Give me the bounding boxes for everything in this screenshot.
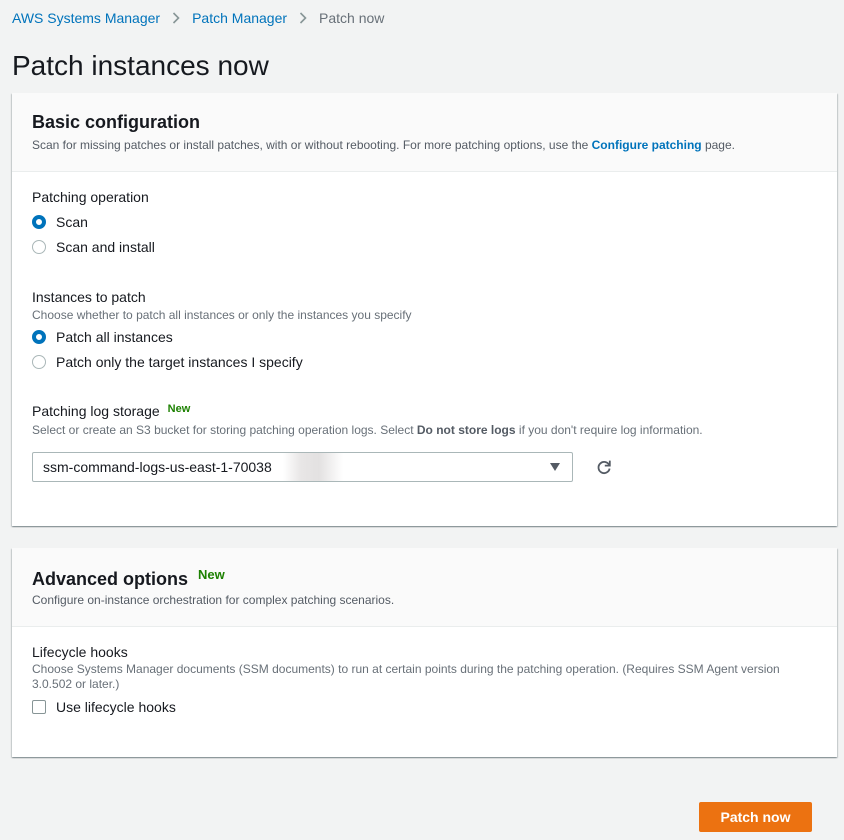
instances-to-patch-description: Choose whether to patch all instances or… (32, 308, 412, 322)
radio-patch-target[interactable]: Patch only the target instances I specif… (32, 352, 303, 372)
patching-log-storage-label: Patching log storage New (32, 403, 191, 419)
log-storage-select[interactable]: ssm-command-logs-us-east-1-70038 (32, 452, 573, 482)
breadcrumb-patch-manager[interactable]: Patch Manager (192, 10, 287, 26)
dropdown-caret-icon (550, 463, 560, 471)
checkbox-label: Use lifecycle hooks (56, 699, 176, 715)
chevron-right-icon (172, 12, 180, 24)
panel-description: Scan for missing patches or install patc… (32, 138, 735, 152)
breadcrumb: AWS Systems Manager Patch Manager Patch … (12, 9, 384, 27)
radio-label: Scan (56, 214, 88, 230)
patching-operation-label: Patching operation (32, 189, 149, 205)
panel-header: Basic configuration Scan for missing pat… (12, 93, 837, 172)
lifecycle-hooks-description: Choose Systems Manager documents (SSM do… (32, 662, 780, 691)
panel-description: Configure on-instance orchestration for … (32, 593, 395, 607)
use-lifecycle-hooks-checkbox[interactable]: Use lifecycle hooks (32, 697, 176, 717)
panel-header: Advanced options New Configure on-instanc… (12, 548, 837, 627)
radio-button[interactable] (32, 240, 46, 254)
new-badge: New (167, 403, 191, 415)
panel-title: Advanced options New (32, 567, 225, 589)
radio-label: Scan and install (56, 239, 155, 255)
radio-button-checked[interactable] (32, 330, 46, 344)
radio-label: Patch only the target instances I specif… (56, 354, 303, 370)
basic-configuration-panel: Basic configuration Scan for missing pat… (12, 93, 837, 526)
breadcrumb-current: Patch now (319, 10, 385, 26)
patch-now-button[interactable]: Patch now (699, 802, 812, 832)
lifecycle-hooks-label: Lifecycle hooks (32, 644, 128, 660)
advanced-options-panel: Advanced options New Configure on-instanc… (12, 548, 837, 757)
breadcrumb-systems-manager[interactable]: AWS Systems Manager (12, 10, 160, 26)
page-title: Patch instances now (12, 50, 269, 81)
new-badge: New (198, 567, 225, 582)
panel-title: Basic configuration (32, 112, 201, 132)
instances-to-patch-label: Instances to patch (32, 289, 146, 305)
checkbox[interactable] (32, 700, 46, 714)
radio-scan-and-install[interactable]: Scan and install (32, 237, 155, 257)
radio-button[interactable] (32, 355, 46, 369)
redacted-area (283, 453, 343, 481)
radio-label: Patch all instances (56, 329, 173, 345)
configure-patching-link[interactable]: Configure patching (592, 138, 702, 152)
radio-patch-all[interactable]: Patch all instances (32, 327, 173, 347)
patching-log-storage-description: Select or create an S3 bucket for storin… (32, 423, 703, 437)
radio-button-checked[interactable] (32, 215, 46, 229)
radio-scan[interactable]: Scan (32, 212, 88, 232)
select-value: ssm-command-logs-us-east-1-70038 (43, 459, 272, 475)
refresh-icon[interactable] (593, 456, 615, 478)
chevron-right-icon (299, 12, 307, 24)
